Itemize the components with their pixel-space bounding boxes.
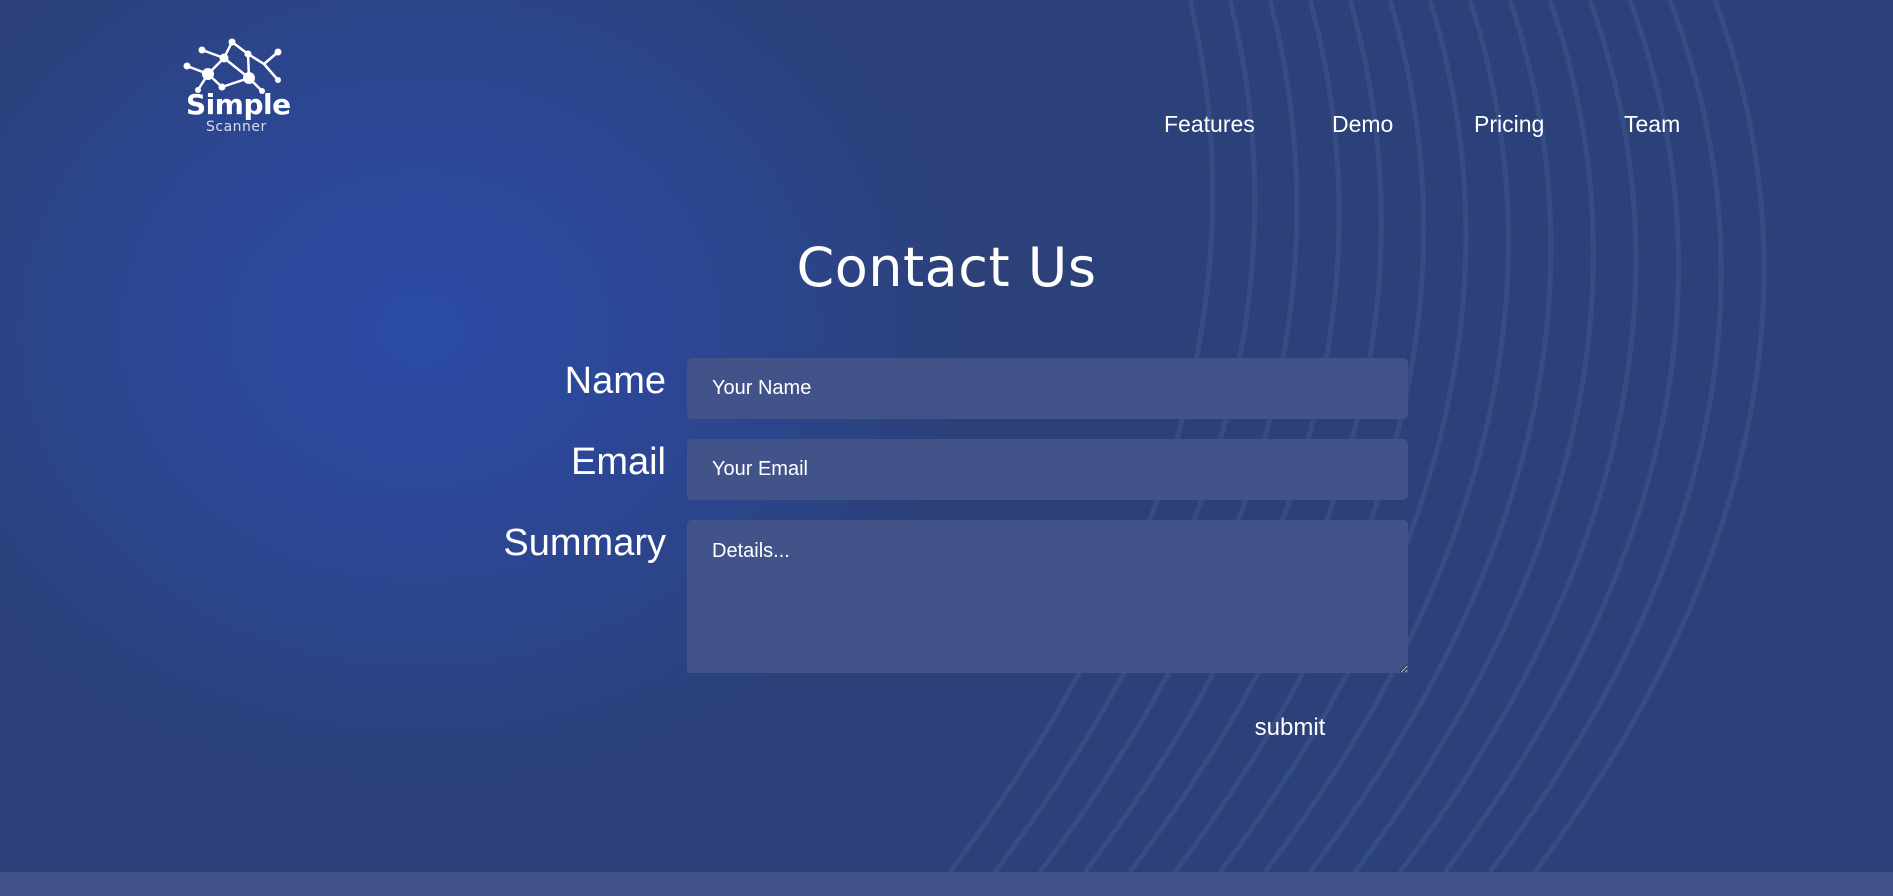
- nav-link-demo[interactable]: Demo: [1332, 110, 1393, 138]
- main-nav: Features Demo Pricing Team: [0, 110, 1893, 140]
- summary-textarea[interactable]: [687, 520, 1408, 673]
- email-label: Email: [570, 441, 666, 483]
- nav-link-team[interactable]: Team: [1624, 110, 1680, 138]
- name-input[interactable]: [687, 358, 1408, 419]
- footer-strip: [0, 872, 1893, 896]
- email-input[interactable]: [687, 439, 1408, 500]
- molecule-network-icon: [183, 38, 282, 94]
- summary-label: Summary: [503, 522, 666, 564]
- name-label: Name: [564, 360, 666, 402]
- contact-page: Simple Scanner Features Demo Pricing Tea…: [0, 0, 1893, 896]
- nav-link-pricing[interactable]: Pricing: [1474, 110, 1544, 138]
- submit-button[interactable]: submit: [1230, 708, 1350, 748]
- nav-link-features[interactable]: Features: [1164, 110, 1255, 138]
- page-title: Contact Us: [796, 236, 1097, 299]
